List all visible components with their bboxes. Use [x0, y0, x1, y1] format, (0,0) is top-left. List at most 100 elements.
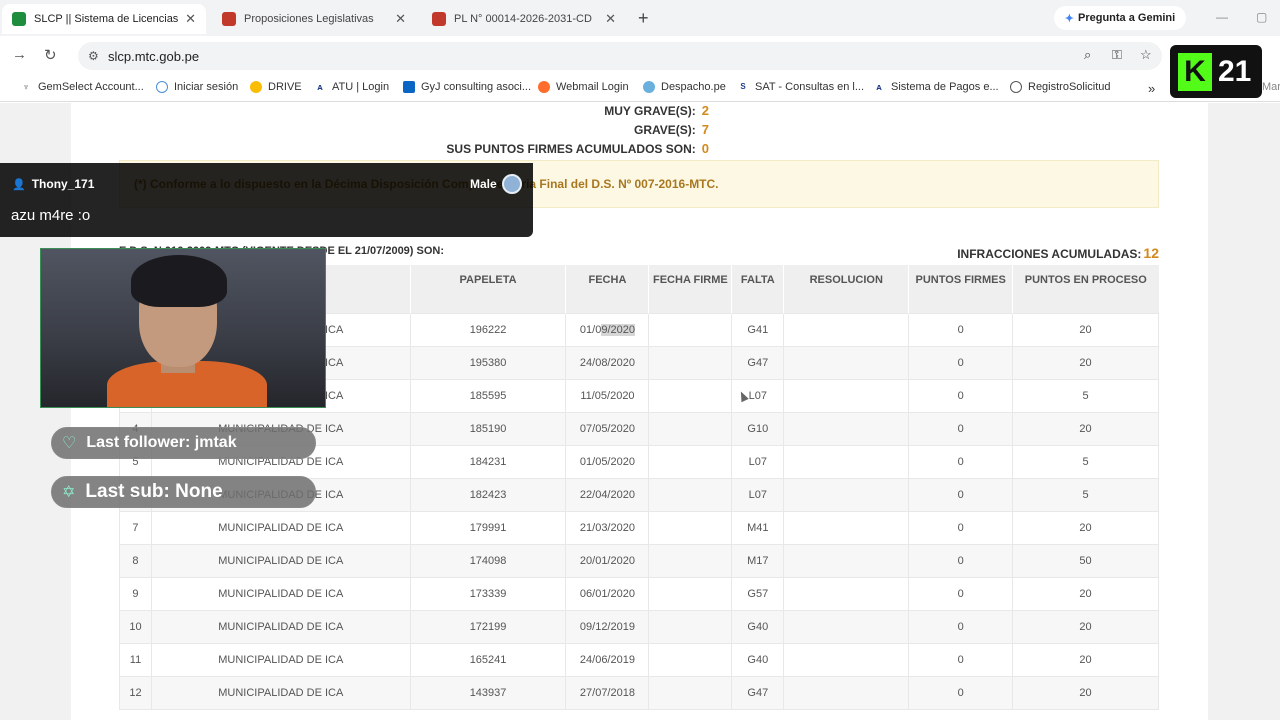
cell-papeleta: 184231 [409, 444, 567, 479]
tab-pl[interactable]: PL N° 00014-2026-2031-CD ✕ [422, 4, 626, 34]
tab-slcp[interactable]: SLCP || Sistema de Licencias de ✕ [2, 4, 206, 34]
close-icon[interactable]: ✕ [185, 11, 196, 27]
site-info-icon[interactable]: ⚙ [88, 49, 99, 63]
bookmark-item[interactable]: RegistroSolicitud [1010, 81, 1111, 93]
bookmark-star-icon[interactable]: ☆ [1140, 47, 1152, 63]
table-row: 8 MUNICIPALIDAD DE ICA 174098 20/01/2020 M17… [119, 543, 1159, 578]
address-bar-row: → ↻ ⚙ slcp.mtc.gob.pe ⌕ ⚿ ☆ [0, 36, 1280, 76]
cell-fecha: 01/05/2020 [565, 444, 650, 479]
bookmark-item-cut[interactable]: Marc [1262, 81, 1280, 93]
cell-papeleta: 185595 [409, 378, 567, 413]
cell-fecha: 01/09/2020 [565, 312, 650, 347]
bookmark-label: ATU | Login [332, 81, 390, 93]
kick-logo-badge: K 21 [1170, 45, 1262, 98]
cell-resolucion [783, 675, 910, 710]
cell-falta: M41 [731, 510, 785, 545]
table-row: 9 MUNICIPALIDAD DE ICA 173339 06/01/2020 G57… [119, 576, 1159, 611]
puntos-firmes-value: 0 [701, 141, 709, 156]
cell-resolucion [783, 477, 910, 512]
cell-fecha-firme [648, 378, 733, 413]
table-row: 11 MUNICIPALIDAD DE ICA 165241 24/06/2019 G4… [119, 642, 1159, 677]
cell-num: 10 [119, 609, 152, 644]
close-icon[interactable]: ✕ [395, 11, 406, 27]
cell-fecha-firme [648, 444, 733, 479]
bookmark-item[interactable]: GyJ consulting asoci... [403, 81, 531, 93]
cell-falta: M17 [731, 543, 785, 578]
bookmark-label: RegistroSolicitud [1028, 81, 1111, 93]
cell-resolucion [783, 411, 910, 446]
cell-papeleta: 165241 [409, 642, 567, 677]
atu-icon: ᴀ [317, 82, 323, 92]
key-icon[interactable]: ⚿ [1112, 47, 1122, 63]
cell-falta: G40 [731, 609, 785, 644]
cell-puntos-proceso: 5 [1012, 477, 1159, 512]
cell-fecha: 24/08/2020 [565, 345, 650, 380]
url-input[interactable]: ⚙ slcp.mtc.gob.pe ⌕ ⚿ ☆ [78, 42, 1162, 70]
new-tab-button[interactable]: + [638, 8, 649, 29]
cell-puntos-proceso: 20 [1012, 609, 1159, 644]
bookmark-item[interactable]: Webmail Login [538, 81, 629, 93]
muy-graves-label: MUY GRAVE(S): [604, 104, 696, 118]
cell-fecha: 11/05/2020 [565, 378, 650, 413]
table-row: 10 MUNICIPALIDAD DE ICA 172199 09/12/2019 G4… [119, 609, 1159, 644]
cell-resolucion [783, 345, 910, 380]
cell-fecha-firme [648, 411, 733, 446]
linkedin-icon [403, 81, 415, 93]
cell-puntos-firmes: 0 [908, 444, 1014, 479]
cell-puntos-proceso: 50 [1012, 543, 1159, 578]
gemini-button[interactable]: ✦ Pregunta a Gemini [1054, 6, 1186, 30]
cell-fecha: 27/07/2018 [565, 675, 650, 710]
bookmark-label: GemSelect Account... [38, 81, 144, 93]
bookmark-item[interactable]: Iniciar sesión [156, 81, 238, 93]
close-icon[interactable]: ✕ [605, 11, 616, 27]
col-header-puntos-firmes[interactable]: PUNTOS FIRMES [908, 265, 1013, 313]
cell-puntos-firmes: 0 [908, 675, 1014, 710]
heart-icon: ♡ [62, 435, 77, 452]
cell-fecha: 20/01/2020 [565, 543, 650, 578]
cell-resolucion [783, 444, 910, 479]
cell-fecha-firme [648, 609, 733, 644]
cell-resolucion [783, 543, 910, 578]
col-header-falta[interactable]: FALTA [731, 265, 784, 313]
col-header-puntos-proceso[interactable]: PUNTOS EN PROCESO [1012, 265, 1159, 313]
cell-falta: L07 [731, 444, 785, 479]
col-header-fecha-firme[interactable]: FECHA FIRME [648, 265, 732, 313]
cell-fecha-firme [648, 576, 733, 611]
bookmark-label: Despacho.pe [661, 81, 726, 93]
maximize-icon[interactable]: ▢ [1256, 10, 1267, 24]
cell-num: 9 [119, 576, 152, 611]
bookmarks-overflow-button[interactable]: » [1148, 81, 1155, 96]
despacho-icon [643, 81, 655, 93]
cell-fecha: 22/04/2020 [565, 477, 650, 512]
chat-user: 👤 Thony_171 [12, 177, 94, 191]
forward-icon[interactable]: → [12, 46, 27, 63]
cell-puntos-proceso: 20 [1012, 345, 1159, 380]
bookmark-item[interactable]: Despacho.pe [643, 81, 726, 93]
graves-row: GRAVE(S): 7 [634, 122, 709, 137]
drive-icon [250, 81, 262, 93]
cell-puntos-firmes: 0 [908, 477, 1014, 512]
col-header-resolucion[interactable]: RESOLUCION [783, 265, 909, 313]
reload-icon[interactable]: ↻ [44, 46, 57, 64]
cell-fecha-firme [648, 675, 733, 710]
cell-puntos-firmes: 0 [908, 642, 1014, 677]
bookmark-item[interactable]: ᴀ ATU | Login [314, 81, 389, 93]
col-header-papeleta[interactable]: PAPELETA [409, 265, 566, 313]
bookmark-item[interactable]: S SAT - Consultas en l... [737, 81, 864, 93]
tab-proposiciones[interactable]: Proposiciones Legislativas ✕ [212, 4, 416, 34]
cell-num: 12 [119, 675, 152, 710]
bookmark-item[interactable]: DRIVE [250, 81, 302, 93]
chat-gender: Male [470, 177, 497, 191]
cell-falta: G40 [731, 642, 785, 677]
cell-resolucion [783, 378, 910, 413]
accum-label: INFRACCIONES ACUMULADAS: [957, 247, 1142, 261]
zoom-icon[interactable]: ⌕ [1084, 47, 1091, 63]
col-header-fecha[interactable]: FECHA [565, 265, 649, 313]
webmail-icon [538, 81, 550, 93]
bookmark-item[interactable]: ᴀ Sistema de Pagos e... [873, 81, 998, 93]
minimize-icon[interactable]: — [1216, 10, 1228, 24]
cell-papeleta: 182423 [409, 477, 567, 512]
cell-fecha: 24/06/2019 [565, 642, 650, 677]
bookmark-item[interactable]: ♆ GemSelect Account... [20, 81, 144, 93]
selected-text-highlight: 9/2020 [601, 323, 635, 336]
